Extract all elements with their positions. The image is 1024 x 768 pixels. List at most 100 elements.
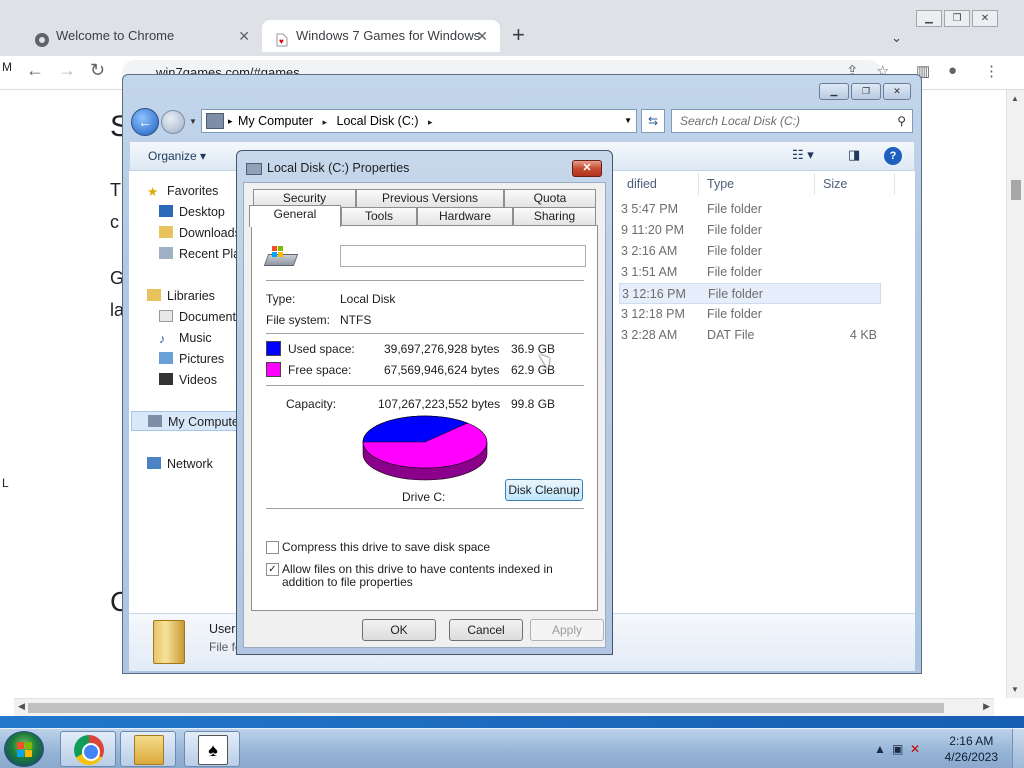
refresh-button[interactable]: ⇆ — [641, 109, 665, 133]
table-row[interactable]: 3 1:51 AM File folder — [619, 262, 881, 283]
index-label[interactable]: Allow files on this drive to have conten… — [282, 563, 582, 589]
disk-cleanup-button[interactable]: Disk Cleanup — [505, 479, 583, 501]
taskbar-solitaire[interactable]: ♠ — [184, 731, 240, 767]
tab-general[interactable]: General — [249, 205, 341, 227]
tab-tools[interactable]: Tools — [341, 207, 417, 225]
nav-item-recent-places[interactable]: Recent Places — [159, 244, 241, 264]
start-button[interactable] — [4, 731, 44, 767]
volume-muted-icon[interactable]: ✕ — [910, 742, 920, 756]
horizontal-scrollbar[interactable]: ◀ ▶ — [14, 698, 994, 716]
index-checkbox[interactable]: ✓ — [266, 563, 279, 576]
ok-button[interactable]: OK — [362, 619, 436, 641]
close-button[interactable]: ✕ — [972, 10, 998, 27]
column-header-size[interactable]: Size — [815, 173, 895, 195]
breadcrumb[interactable]: ▸ My Computer ▸ Local Disk (C:) ▸ ▼ — [201, 109, 637, 133]
search-input[interactable]: Search Local Disk (C:) ⚲ — [671, 109, 913, 133]
change-view-icon[interactable]: ☷ ▾ — [792, 147, 814, 163]
back-arrow-icon[interactable]: ← — [26, 60, 44, 81]
nav-label: Libraries — [167, 289, 215, 303]
row-date: 3 12:18 PM — [621, 307, 685, 321]
close-button[interactable]: ✕ — [883, 83, 911, 100]
nav-item-documents[interactable]: Documents — [159, 307, 241, 327]
compress-label[interactable]: Compress this drive to save disk space — [282, 541, 582, 554]
help-icon[interactable]: ? — [884, 147, 902, 165]
apply-button[interactable]: Apply — [530, 619, 604, 641]
column-label: Type — [707, 177, 735, 191]
table-row[interactable]: 3 2:28 AM DAT File 4 KB — [619, 325, 881, 346]
minimize-button[interactable]: ▁ — [916, 10, 942, 27]
forward-button[interactable] — [161, 110, 185, 134]
tab-quota[interactable]: Quota — [504, 189, 596, 207]
clock-date: 4/26/2023 — [944, 750, 998, 764]
tab-previous-versions[interactable]: Previous Versions — [356, 189, 504, 207]
nav-item-pictures[interactable]: Pictures — [159, 349, 224, 369]
tab-win7games[interactable]: ♥ Windows 7 Games for Windows ✕ — [262, 20, 500, 52]
organize-menu[interactable]: Organize ▾ — [148, 149, 206, 163]
tab-sharing[interactable]: Sharing — [513, 207, 596, 225]
navigation-pane: ★ Favorites Desktop Downloads Recent Plac… — [129, 171, 241, 613]
table-row[interactable]: 9 11:20 PM File folder — [619, 220, 881, 241]
menu-kebab-icon[interactable]: ⋮ — [984, 62, 999, 80]
explorer-window-controls: ▁ ❐ ✕ — [817, 83, 911, 100]
forward-arrow-icon[interactable]: → — [58, 60, 76, 81]
scroll-up-icon[interactable]: ▲ — [1011, 94, 1019, 103]
breadcrumb-local-disk[interactable]: Local Disk (C:) — [337, 114, 419, 128]
address-dropdown-icon[interactable]: ▼ — [624, 110, 632, 132]
nav-item-music[interactable]: ♪ Music — [159, 328, 212, 348]
compress-checkbox[interactable] — [266, 541, 279, 554]
volume-label-input[interactable] — [340, 245, 586, 267]
used-space-bytes: 39,697,276,928 bytes — [384, 342, 500, 356]
table-row[interactable]: 3 2:16 AM File folder — [619, 241, 881, 262]
column-header-date-modified[interactable]: dified — [619, 173, 699, 195]
tab-hardware[interactable]: Hardware — [417, 207, 513, 225]
maximize-button[interactable]: ❐ — [851, 83, 881, 100]
vertical-scrollbar[interactable]: ▲ ▼ — [1006, 90, 1024, 698]
nav-item-videos[interactable]: Videos — [159, 370, 217, 390]
cancel-button[interactable]: Cancel — [449, 619, 523, 641]
drive-label: Drive C: — [402, 490, 446, 504]
preview-pane-icon[interactable]: ◨ — [848, 147, 860, 163]
scroll-thumb[interactable] — [1011, 180, 1021, 200]
tab-welcome[interactable]: Welcome to Chrome ✕ — [22, 20, 262, 52]
taskbar-chrome[interactable] — [60, 731, 116, 767]
table-row[interactable]: 3 12:16 PM File folder — [619, 283, 881, 304]
network-status-icon[interactable]: ▣ — [892, 742, 903, 756]
column-header-type[interactable]: Type — [699, 173, 815, 195]
nav-label: Videos — [179, 373, 217, 387]
nav-item-libraries[interactable]: Libraries — [147, 286, 215, 306]
nav-item-downloads[interactable]: Downloads — [159, 223, 241, 243]
nav-item-favorites[interactable]: ★ Favorites — [147, 181, 218, 201]
nav-label: Favorites — [167, 184, 219, 198]
tab-search-chevron-icon[interactable]: ⌄ — [891, 30, 902, 46]
minimize-button[interactable]: ▁ — [819, 83, 849, 100]
chrome-favicon-icon — [34, 28, 50, 47]
nav-item-my-computer[interactable]: My Computer — [131, 411, 241, 431]
show-hidden-icons-icon[interactable]: ▲ — [874, 742, 886, 756]
new-tab-button[interactable]: + — [512, 22, 525, 48]
videos-icon — [159, 373, 173, 385]
scroll-right-icon[interactable]: ▶ — [983, 701, 990, 712]
divider — [266, 385, 584, 386]
nav-item-desktop[interactable]: Desktop — [159, 202, 225, 222]
scroll-thumb[interactable] — [28, 703, 944, 713]
reload-icon[interactable]: ↻ — [90, 60, 105, 81]
scroll-left-icon[interactable]: ◀ — [18, 701, 25, 712]
show-desktop-button[interactable] — [1012, 729, 1024, 768]
maximize-button[interactable]: ❐ — [944, 10, 970, 27]
scroll-down-icon[interactable]: ▼ — [1011, 685, 1019, 694]
profile-avatar-icon[interactable]: ● — [948, 62, 957, 79]
nav-item-network[interactable]: Network — [147, 454, 213, 474]
desktop-icon — [159, 205, 173, 217]
clock[interactable]: 2:16 AM 4/26/2023 — [945, 733, 998, 765]
recent-pages-dropdown-icon[interactable]: ▼ — [189, 117, 197, 126]
tab-close-icon[interactable]: ✕ — [238, 20, 250, 52]
table-row[interactable]: 3 12:18 PM File folder — [619, 304, 881, 325]
close-button[interactable]: ✕ — [572, 160, 602, 177]
tab-close-icon[interactable]: ✕ — [476, 20, 488, 52]
divider — [266, 508, 584, 509]
taskbar-explorer[interactable] — [120, 731, 176, 767]
back-button[interactable]: ← — [131, 108, 159, 136]
table-row[interactable]: 3 5:47 PM File folder — [619, 199, 881, 220]
used-space-swatch — [266, 341, 281, 356]
breadcrumb-my-computer[interactable]: My Computer — [238, 114, 313, 128]
